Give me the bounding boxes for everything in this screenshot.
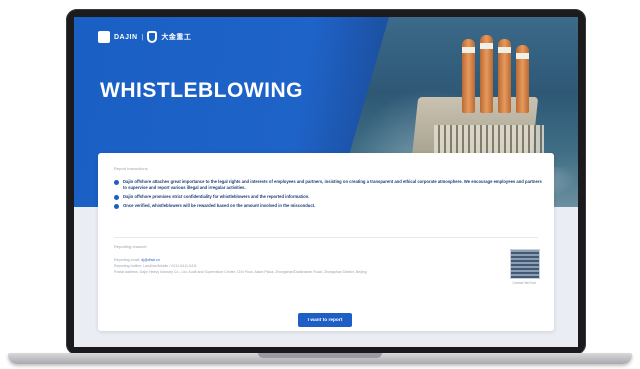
pile-3 <box>498 39 511 113</box>
channel-heading: Reporting channel <box>114 244 147 249</box>
dajin-logo-icon <box>98 31 110 43</box>
shield-logo-icon <box>147 31 158 43</box>
list-item: Dajin offshore attaches great importance… <box>114 179 544 191</box>
list-item: Dajin offshore promises strict confident… <box>114 194 544 200</box>
brand-separator: | <box>141 33 144 41</box>
brand-name-cn: 大金重工 <box>161 34 192 41</box>
report-button[interactable]: I want to report <box>298 313 352 327</box>
section-divider <box>114 237 538 238</box>
address-row: Postal address: Dajin Heavy Industry Co.… <box>114 270 367 274</box>
report-card: Report Instructions Dajin offshore attac… <box>98 153 554 331</box>
email-link[interactable]: dj@dhwl.cn <box>141 258 160 262</box>
page-title: WHISTLEBLOWING <box>100 79 303 102</box>
channel-info: Reporting email: dj@dhwl.cn Reporting ho… <box>114 257 474 275</box>
instructions-heading: Report Instructions <box>114 166 148 171</box>
bullet-icon <box>114 204 119 209</box>
list-item: Once verified, whistleblowers will be re… <box>114 203 544 209</box>
brand-logo[interactable]: DAJIN | 大金重工 <box>98 29 191 45</box>
laptop-base-notch <box>258 353 382 358</box>
pile-2 <box>480 35 493 113</box>
wechat-qr-code <box>510 249 540 279</box>
bullet-icon <box>114 195 119 200</box>
bullet-icon <box>114 180 119 185</box>
brand-name-en: DAJIN <box>114 33 138 41</box>
pile-4 <box>516 45 529 113</box>
qr-label: Contact WeChat <box>512 281 536 285</box>
instructions-list: Dajin offshore attaches great importance… <box>114 179 544 212</box>
pile-1 <box>462 39 475 113</box>
laptop-screen: DAJIN | 大金重工 WHISTLEBLOWING Report Instr… <box>74 17 578 347</box>
